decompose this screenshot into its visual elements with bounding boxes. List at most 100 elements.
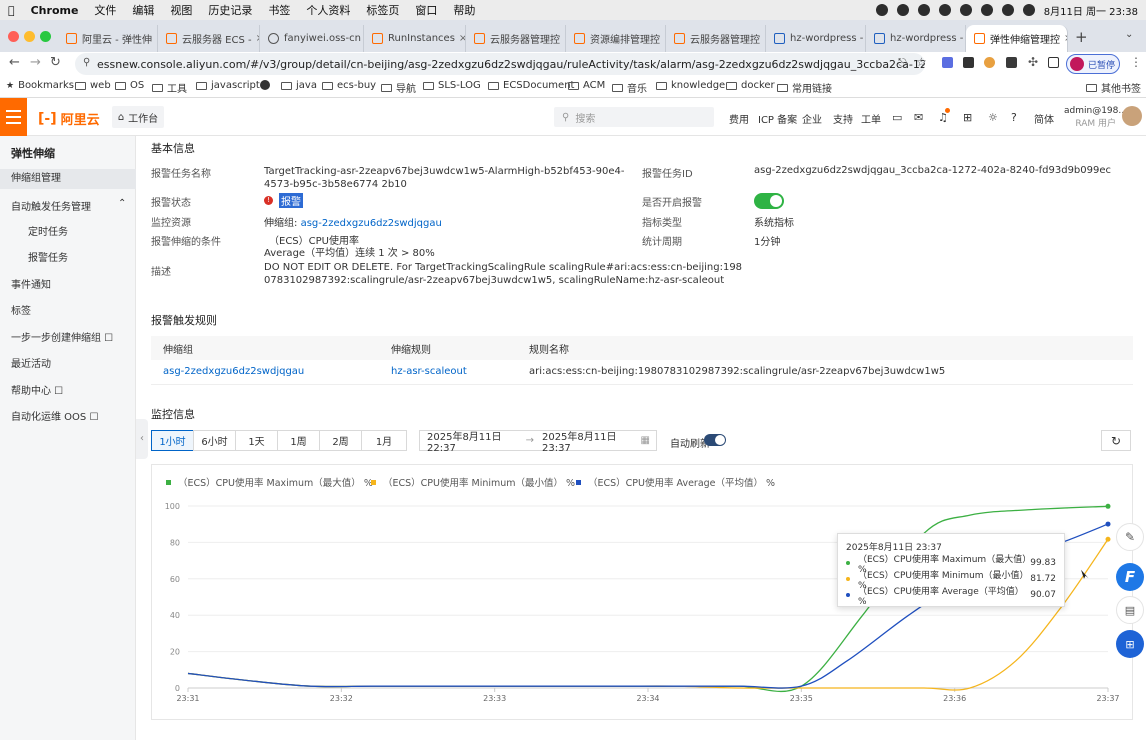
bookmark-folder[interactable]: 音乐 — [612, 80, 647, 95]
nav-ticket[interactable]: 工单 — [861, 111, 881, 126]
avatar[interactable] — [1122, 106, 1142, 126]
language-switch[interactable]: 简体 — [1034, 111, 1054, 126]
star-icon[interactable]: ☆ — [916, 55, 927, 69]
browser-tab[interactable]: fanyiwei.oss-cn× — [260, 25, 364, 52]
install-icon[interactable]: ⎋ — [898, 56, 907, 70]
range-1m[interactable]: 1月 — [361, 430, 407, 451]
extensions-puzzle-icon[interactable]: ✣ — [1028, 55, 1038, 69]
bookmark-folder[interactable]: docker — [726, 80, 775, 91]
nav-cost[interactable]: 费用 — [729, 111, 749, 126]
menu-bookmarks[interactable]: 书签 — [268, 2, 290, 18]
range-6h[interactable]: 6小时 — [193, 430, 236, 451]
close-icon[interactable]: × — [455, 33, 465, 44]
scaling-group-cell[interactable]: asg-2zedxgzu6dz2swdjqgau — [151, 360, 379, 385]
menu-profile[interactable]: 个人资料 — [306, 2, 350, 18]
bookmark-folder[interactable]: javascript — [196, 80, 260, 91]
apple-icon[interactable]:  — [8, 4, 15, 17]
browser-tab[interactable]: 云服务器管理控× — [466, 25, 566, 52]
sidebar-item-create-guide[interactable]: 一步一步创建伸缩组 ☐ — [0, 329, 136, 344]
sidebar-item-scaling-groups[interactable]: 伸缩组管理 — [0, 169, 136, 189]
status-icon[interactable] — [917, 4, 930, 16]
status-icon[interactable] — [938, 4, 951, 16]
menu-window[interactable]: 窗口 — [415, 2, 437, 18]
cart-icon[interactable]: ⊞ — [963, 111, 972, 124]
message-icon[interactable]: ✉ — [914, 111, 923, 124]
sidebar-item-help-center[interactable]: 帮助中心 ☐ — [0, 382, 136, 397]
bookmark-folder[interactable]: java — [281, 80, 317, 91]
menu-help[interactable]: 帮助 — [453, 2, 475, 18]
url-bar[interactable]: ⚲ essnew.console.aliyun.com/#/v3/group/d… — [75, 53, 925, 75]
bookmark-folder[interactable]: OS — [115, 80, 144, 91]
alarm-enabled-toggle[interactable] — [754, 193, 784, 209]
bookmark-folder[interactable]: knowledge — [656, 80, 725, 91]
workbench-button[interactable]: ⌂ 工作台 — [112, 106, 164, 128]
menu-file[interactable]: 文件 — [94, 2, 116, 18]
edit-fab[interactable]: ✎ — [1116, 523, 1144, 551]
reload-icon[interactable]: ↻ — [50, 55, 61, 70]
close-icon[interactable]: × — [252, 33, 259, 44]
assistant-fab[interactable]: F — [1116, 563, 1144, 591]
range-1d[interactable]: 1天 — [235, 430, 278, 451]
scaling-group-link[interactable]: asg-2zedxgzu6dz2swdjqgau — [301, 218, 442, 229]
wifi-icon[interactable] — [1001, 4, 1014, 16]
back-icon[interactable]: ← — [9, 55, 20, 70]
account-info[interactable]: admin@198... RAM 用户 — [1064, 106, 1127, 129]
bookmark-folder[interactable]: ECSDocument — [488, 80, 574, 91]
more-menu-icon[interactable]: ⋮ — [1130, 55, 1142, 69]
auto-refresh-toggle[interactable] — [704, 434, 726, 446]
sidebar-item-oos[interactable]: 自动化运维 OOS ☐ — [0, 408, 136, 423]
bookmark-folder[interactable]: 工具 — [152, 80, 187, 95]
sidebar-item-event-notify[interactable]: 事件通知 — [0, 276, 136, 291]
terminal-icon[interactable]: ▭ — [892, 111, 902, 124]
sidepanel-icon[interactable] — [1048, 57, 1059, 68]
range-2w[interactable]: 2周 — [319, 430, 362, 451]
extension-icon[interactable] — [984, 57, 995, 68]
nav-support[interactable]: 支持 — [833, 111, 853, 126]
menu-icon[interactable] — [0, 98, 27, 136]
browser-tab[interactable]: 云服务器 ECS -× — [158, 25, 260, 52]
clock[interactable]: 8月11日 周一 23:38 — [1044, 3, 1138, 18]
app-menu[interactable]: Chrome — [31, 4, 79, 17]
extension-icon[interactable] — [942, 57, 953, 68]
bookmark-folder[interactable]: 导航 — [381, 80, 416, 95]
browser-tab[interactable]: hz-wordpress -× — [766, 25, 866, 52]
range-1w[interactable]: 1周 — [277, 430, 320, 451]
status-icon[interactable] — [875, 4, 888, 16]
minimize-window-button[interactable] — [24, 31, 35, 42]
browser-tab-active[interactable]: 弹性伸缩管理控× — [966, 25, 1068, 52]
sidebar-item-scheduled-tasks[interactable]: 定时任务 — [0, 223, 136, 238]
search-icon[interactable] — [1022, 4, 1035, 16]
zoom-window-button[interactable] — [40, 31, 51, 42]
menu-history[interactable]: 历史记录 — [208, 2, 252, 18]
close-icon[interactable]: × — [1060, 33, 1067, 44]
extension-icon[interactable] — [963, 57, 974, 68]
menu-tab[interactable]: 标签页 — [366, 2, 399, 18]
status-icon[interactable] — [980, 4, 993, 16]
forward-icon[interactable]: → — [30, 55, 41, 70]
tab-list-chevron-icon[interactable]: ⌄ — [1125, 29, 1133, 40]
range-1h[interactable]: 1小时 — [151, 430, 194, 451]
bookmark-folder[interactable]: ecs-buy — [322, 80, 376, 91]
menu-edit[interactable]: 编辑 — [132, 2, 154, 18]
browser-tab[interactable]: 云服务器管理控× — [666, 25, 766, 52]
sidebar-item-alarm-tasks[interactable]: 报警任务 — [0, 249, 136, 264]
console-search-input[interactable]: ⚲ 搜索 — [554, 107, 714, 127]
browser-tab[interactable]: 阿里云 - 弹性伸× — [58, 25, 158, 52]
extension-icon[interactable] — [1006, 57, 1017, 68]
new-tab-icon[interactable]: + — [1075, 28, 1088, 46]
aliyun-logo[interactable]: [-] 阿里云 — [38, 109, 100, 129]
feedback-fab[interactable]: ▤ — [1116, 596, 1144, 624]
status-icon[interactable] — [896, 4, 909, 16]
nav-icp[interactable]: ICP 备案 — [758, 111, 797, 126]
sidebar-item-auto-tasks[interactable]: 自动触发任务管理 ⌃ — [0, 198, 136, 213]
date-range-picker[interactable]: 2025年8月11日 22:37 → 2025年8月11日 23:37 ▦ — [419, 430, 657, 454]
bookmark-item[interactable]: ★ Bookmarks — [6, 80, 74, 91]
site-info-icon[interactable]: ⚲ — [83, 57, 90, 68]
profile-button[interactable]: 已暂停 — [1066, 54, 1120, 74]
bookmark-folder[interactable]: web — [75, 80, 111, 91]
bookmark-item[interactable] — [260, 80, 270, 90]
browser-tab[interactable]: hz-wordpress -× — [866, 25, 966, 52]
bookmark-folder[interactable]: SLS-LOG — [423, 80, 481, 91]
nav-enterprise[interactable]: 企业 — [802, 111, 822, 126]
lightbulb-icon[interactable]: ☼ — [988, 111, 998, 124]
